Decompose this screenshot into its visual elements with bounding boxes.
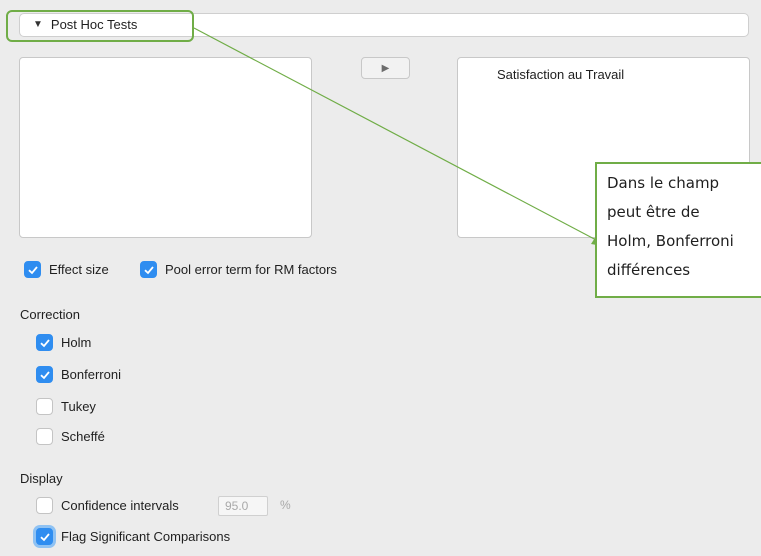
display-group-label: Display [20,471,63,486]
confidence-intervals-label: Confidence intervals [61,498,179,513]
correction-group-label: Correction [20,307,80,322]
scheffe-label: Scheffé [61,429,105,444]
effect-size-checkbox[interactable] [24,261,41,278]
scheffe-checkbox[interactable] [36,428,53,445]
bonferroni-label: Bonferroni [61,367,121,382]
flag-significant-label: Flag Significant Comparisons [61,529,231,544]
check-icon [39,532,50,541]
check-icon [39,338,50,347]
confidence-level-input[interactable]: 95.0 [218,496,268,516]
annotation-note: Dans le champ peut être de Holm, Bonferr… [595,162,761,298]
check-icon [39,370,50,379]
holm-label: Holm [61,335,92,350]
available-variables-list[interactable] [19,57,312,238]
pool-error-checkbox[interactable] [140,261,157,278]
move-right-button[interactable]: ▶ [361,57,410,79]
tukey-label: Tukey [61,399,96,414]
tukey-checkbox[interactable] [36,398,53,415]
check-icon [143,265,154,274]
flag-significant-checkbox[interactable] [36,528,53,545]
confidence-intervals-checkbox[interactable] [36,497,53,514]
list-item[interactable]: Satisfaction au Travail [497,67,624,82]
check-icon [27,265,38,274]
percent-unit-label: % [280,498,291,512]
annotation-text: Dans le champ peut être de Holm, Bonferr… [607,174,734,279]
highlight-box [6,10,194,42]
pool-error-label: Pool error term for RM factors [165,262,337,277]
bonferroni-checkbox[interactable] [36,366,53,383]
arrow-right-icon: ▶ [381,62,390,74]
holm-checkbox[interactable] [36,334,53,351]
effect-size-label: Effect size [49,262,109,277]
